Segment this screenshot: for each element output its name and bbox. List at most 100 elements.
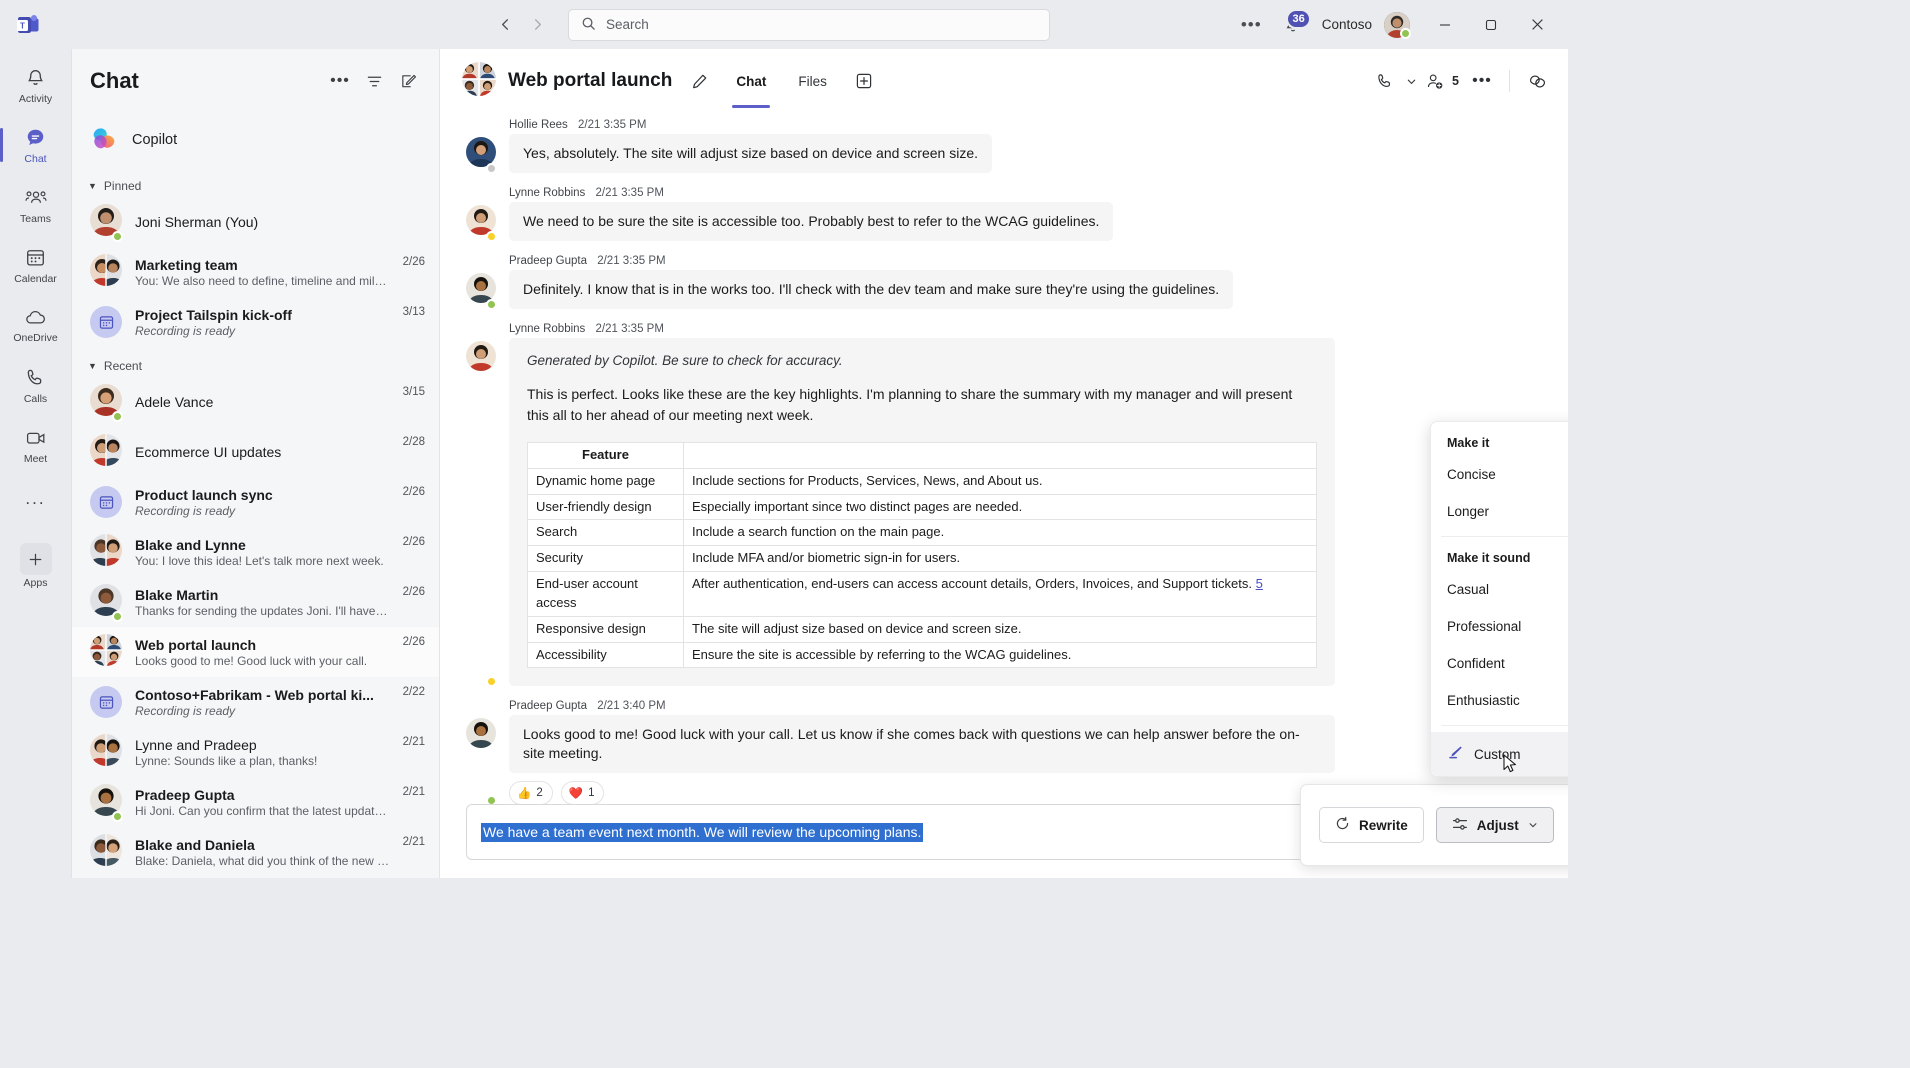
chat-item-copilot[interactable]: Copilot (72, 115, 439, 165)
menu-item-confident[interactable]: Confident (1431, 645, 1568, 682)
mouse-cursor-icon (1503, 754, 1519, 778)
chat-list-panel: Chat ••• Copilot ▼ Pinned Joni Sherman (… (72, 49, 440, 878)
table-cell-feature: Search (527, 519, 684, 547)
notifications-button[interactable]: 36 (1276, 8, 1311, 40)
meeting-avatar (90, 306, 122, 338)
menu-item-longer[interactable]: Longer (1431, 493, 1568, 530)
chat-group-recent[interactable]: ▼ Recent (72, 353, 439, 377)
message-input-value[interactable]: We have a team event next month. We will… (481, 822, 924, 842)
chat-item-joni-sherman[interactable]: Joni Sherman (You) (72, 197, 439, 247)
chat-item-date: 2/21 (402, 786, 425, 798)
compose-chat-icon[interactable] (393, 66, 423, 96)
message-author: Pradeep Gupta (509, 700, 588, 713)
tab-chat[interactable]: Chat (732, 68, 771, 108)
avatar (90, 383, 123, 422)
back-button[interactable] (490, 10, 520, 40)
table-cell-feature: Security (527, 545, 684, 573)
menu-item-casual[interactable]: Casual (1431, 571, 1568, 608)
chat-item-web-portal-launch[interactable]: Web portal launch Looks good to me! Good… (72, 627, 439, 677)
maximize-button[interactable] (1470, 10, 1512, 40)
rewrite-button[interactable]: Rewrite (1319, 807, 1424, 843)
copilot-button[interactable] (1522, 66, 1552, 96)
table-cell-description: Include sections for Products, Services,… (683, 467, 1317, 495)
table-cell-feature: Dynamic home page (527, 467, 684, 495)
chat-item-marketing-team[interactable]: Marketing team You: We also need to defi… (72, 247, 439, 297)
message-time: 2/21 3:35 PM (595, 322, 664, 335)
message-list[interactable]: Hollie Rees 2/21 3:35 PM Yes, absolutely… (440, 113, 1568, 804)
chat-item-product-launch-sync[interactable]: Product launch sync Recording is ready 2… (72, 477, 439, 527)
menu-item-professional[interactable]: Professional (1431, 608, 1568, 645)
sidebar-item-calendar[interactable]: Calendar (2, 237, 70, 295)
presence-indicator (112, 810, 123, 822)
chat-item-name: Product launch sync (135, 486, 273, 503)
chat-item-pradeep-gupta[interactable]: Pradeep Gupta Hi Joni. Can you confirm t… (72, 777, 439, 827)
call-options-chevron-down-icon[interactable] (1402, 66, 1420, 96)
chat-item-preview: Looks good to me! Good luck with your ca… (135, 653, 368, 668)
phone-icon (25, 367, 46, 391)
sidebar-item-label: Teams (20, 213, 51, 225)
filter-icon[interactable] (359, 66, 389, 96)
chat-item-adele-vance[interactable]: Adele Vance 3/15 (72, 377, 439, 427)
chat-item-blake-martin[interactable]: Blake Martin Thanks for sending the upda… (72, 577, 439, 627)
chat-item-project-tailspin-kickoff[interactable]: Project Tailspin kick-off Recording is r… (72, 297, 439, 347)
reaction-heart[interactable]: ❤️ 1 (560, 781, 605, 804)
sidebar-item-chat[interactable]: Chat (0, 117, 70, 175)
edit-name-icon[interactable] (684, 66, 714, 96)
sidebar-item-meet[interactable]: Meet (2, 417, 70, 475)
divider (1509, 70, 1510, 92)
sidebar-item-activity[interactable]: Activity (2, 57, 70, 115)
conversation-title: Web portal launch (508, 70, 673, 91)
menu-item-custom[interactable]: Custom (1431, 732, 1568, 776)
adjust-button[interactable]: Adjust (1435, 807, 1554, 843)
chat-list-scroll[interactable]: Copilot ▼ Pinned Joni Sherman (You) Mark… (72, 113, 439, 878)
reaction-thumbsup[interactable]: 👍 2 (509, 781, 553, 804)
calendar-icon (90, 686, 122, 718)
avatar (466, 700, 497, 804)
copilot-rewrite-toolbar: Rewrite Adjust (1300, 784, 1568, 866)
avatar (90, 583, 123, 622)
chevron-down-icon: ▼ (88, 181, 97, 191)
sidebar-more-button[interactable]: ... (2, 477, 70, 521)
chat-group-label: Recent (103, 359, 142, 373)
chat-item-name: Blake Martin (135, 586, 219, 603)
conversation-more-button[interactable]: ••• (1467, 66, 1497, 96)
call-button[interactable] (1370, 66, 1400, 96)
close-button[interactable] (1516, 10, 1558, 40)
svg-text:T: T (20, 21, 25, 30)
citation-link[interactable]: 5 (1256, 576, 1263, 591)
add-people-icon[interactable] (1422, 66, 1448, 96)
calendar-icon (25, 247, 46, 271)
tab-label: Files (798, 73, 827, 89)
chat-item-name: Blake and Lynne (135, 536, 246, 553)
chat-item-contoso-fabrikam-web-portal[interactable]: Contoso+Fabrikam - Web portal ki... Reco… (72, 677, 439, 727)
chat-item-blake-and-lynne[interactable]: Blake and Lynne You: I love this idea! L… (72, 527, 439, 577)
menu-section-title-make-it-sound: Make it sound (1447, 551, 1531, 565)
chat-item-name: Adele Vance (135, 394, 214, 410)
table-row: User-friendly design Especially importan… (527, 493, 1317, 521)
sidebar-item-onedrive[interactable]: OneDrive (2, 297, 70, 355)
chat-item-name: Blake and Daniela (135, 836, 255, 853)
more-options-button[interactable]: ••• (1231, 15, 1272, 35)
chat-item-blake-and-daniela[interactable]: Blake and Daniela Blake: Daniela, what d… (72, 827, 439, 877)
chat-list-more-button[interactable]: ••• (325, 66, 355, 96)
add-tab-icon[interactable] (849, 66, 879, 96)
table-header-description (683, 441, 1317, 469)
minimize-button[interactable] (1424, 10, 1466, 40)
menu-item-enthusiastic[interactable]: Enthusiastic (1431, 682, 1568, 719)
avatar (90, 783, 123, 822)
window-nav (490, 10, 552, 40)
sidebar-item-calls[interactable]: Calls (2, 357, 70, 415)
tenant-label: Contoso (1321, 17, 1372, 32)
sidebar-item-teams[interactable]: Teams (2, 177, 70, 235)
message-time: 2/21 3:40 PM (597, 700, 666, 713)
chat-item-ecommerce-ui-updates[interactable]: Ecommerce UI updates 2/28 (72, 427, 439, 477)
sidebar-item-apps[interactable]: Apps (2, 537, 70, 595)
chat-item-name: Joni Sherman (You) (135, 214, 259, 230)
user-avatar[interactable] (1384, 11, 1411, 39)
tab-files[interactable]: Files (794, 68, 831, 95)
menu-item-concise[interactable]: Concise (1431, 456, 1568, 493)
chat-group-pinned[interactable]: ▼ Pinned (72, 173, 439, 197)
search-bar[interactable]: Search (568, 8, 1050, 41)
forward-button[interactable] (522, 10, 552, 40)
chat-item-lynne-and-pradeep[interactable]: Lynne and Pradeep Lynne: Sounds like a p… (72, 727, 439, 777)
